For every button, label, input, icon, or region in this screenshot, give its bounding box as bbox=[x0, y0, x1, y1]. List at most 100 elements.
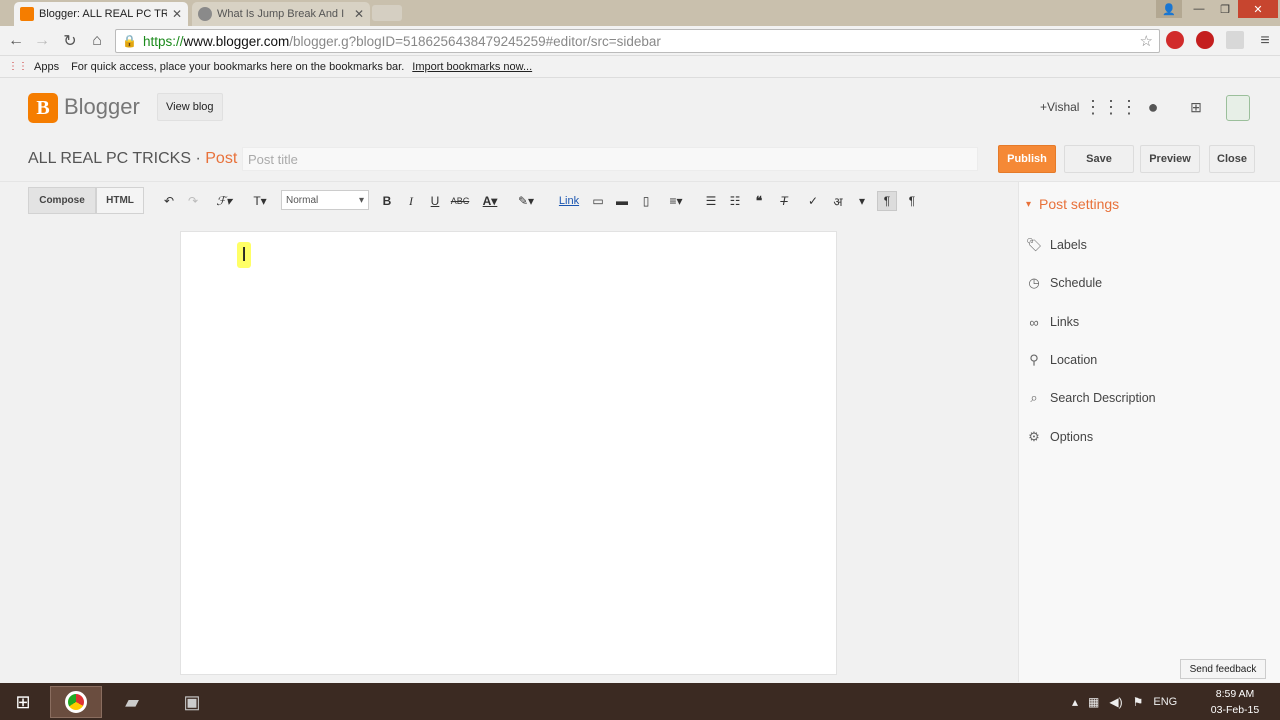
sidebar-item-schedule[interactable]: ◷ Schedule bbox=[1026, 273, 1102, 293]
back-icon[interactable]: ← bbox=[5, 30, 27, 52]
redo-icon[interactable]: ↷ bbox=[183, 191, 203, 211]
extension-icon[interactable] bbox=[1226, 31, 1244, 49]
underline-icon[interactable]: U bbox=[425, 191, 445, 211]
system-tray: ▴ ▦ ◀) ⚑ ENG bbox=[1072, 686, 1177, 718]
align-icon[interactable]: ≡▾ bbox=[666, 191, 686, 211]
send-feedback-button[interactable]: Send feedback bbox=[1180, 659, 1266, 679]
paragraph-format-select[interactable]: Normal ▾ bbox=[281, 190, 369, 210]
gear-icon: ⚙ bbox=[1028, 429, 1040, 444]
minimize-icon[interactable]: — bbox=[1186, 0, 1212, 18]
input-tools-icon[interactable]: अ bbox=[828, 191, 848, 211]
sidebar-item-links[interactable]: ∞ Links bbox=[1026, 312, 1079, 332]
reload-icon[interactable]: ↻ bbox=[59, 30, 81, 52]
insert-video-icon[interactable]: ▬ bbox=[612, 191, 632, 211]
save-button[interactable]: Save bbox=[1064, 145, 1134, 173]
chrome-menu-icon[interactable]: ≡ bbox=[1254, 30, 1276, 52]
avatar[interactable] bbox=[1226, 95, 1250, 121]
compose-mode-tab[interactable]: Compose bbox=[28, 187, 96, 214]
link-icon: ∞ bbox=[1029, 314, 1039, 330]
close-tab-icon[interactable]: ✕ bbox=[172, 7, 182, 21]
page-favicon-icon bbox=[198, 7, 212, 21]
sidebar-item-location[interactable]: ⚲ Location bbox=[1026, 350, 1097, 370]
apps-grid-icon[interactable]: ⋮⋮⋮ bbox=[1084, 96, 1138, 118]
numbered-list-icon[interactable]: ☰ bbox=[701, 191, 721, 211]
close-window-icon[interactable]: ✕ bbox=[1238, 0, 1278, 18]
network-icon[interactable]: ▦ bbox=[1088, 695, 1099, 709]
undo-icon[interactable]: ↶ bbox=[159, 191, 179, 211]
close-tab-icon[interactable]: ✕ bbox=[354, 7, 364, 21]
lock-icon: 🔒 bbox=[122, 34, 137, 48]
apps-grid-icon: ⋮⋮ bbox=[8, 61, 28, 72]
chevron-down-icon: ▾ bbox=[358, 194, 364, 206]
app-taskbar-icon[interactable]: ▣ bbox=[166, 686, 218, 718]
text-color-icon[interactable]: A▾ bbox=[480, 191, 500, 211]
spellcheck-icon[interactable]: ✓ bbox=[803, 191, 823, 211]
bookmark-star-icon[interactable]: ☆ bbox=[1140, 32, 1153, 50]
blogger-logo-icon[interactable]: B bbox=[28, 93, 58, 123]
adblock-extension-icon[interactable] bbox=[1196, 31, 1214, 49]
clock-date: 03-Feb-15 bbox=[1210, 704, 1260, 716]
quote-icon[interactable]: ❝ bbox=[749, 191, 769, 211]
ltr-direction-icon[interactable]: ¶ bbox=[877, 191, 897, 211]
font-family-icon[interactable]: ℱ▾ bbox=[214, 191, 234, 211]
view-blog-button[interactable]: View blog bbox=[157, 93, 223, 121]
search-icon: ⌕ bbox=[1030, 390, 1038, 405]
clock-time: 8:59 AM bbox=[1215, 688, 1255, 700]
link-button[interactable]: Link bbox=[556, 191, 582, 211]
notepad-taskbar-icon[interactable]: ▰ bbox=[106, 686, 158, 718]
profile-icon[interactable]: 👤 bbox=[1156, 0, 1182, 18]
highlight-color-icon[interactable]: ✎▾ bbox=[516, 191, 536, 211]
opera-extension-icon[interactable] bbox=[1166, 31, 1184, 49]
insert-image-icon[interactable]: ▭ bbox=[588, 191, 608, 211]
insert-jump-break-icon[interactable]: ▯ bbox=[636, 191, 656, 211]
caret-down-icon: ▾ bbox=[1026, 198, 1032, 210]
italic-icon[interactable]: I bbox=[401, 191, 421, 211]
show-hidden-icons-icon[interactable]: ▴ bbox=[1072, 695, 1078, 709]
tag-icon: 🏷 bbox=[1025, 237, 1043, 252]
post-title-input[interactable]: Post title bbox=[242, 147, 978, 171]
strikethrough-icon[interactable]: ABC bbox=[450, 191, 470, 211]
text-cursor-icon: I bbox=[237, 242, 251, 268]
home-icon[interactable]: ⌂ bbox=[86, 30, 108, 52]
apps-link[interactable]: Apps bbox=[34, 61, 59, 73]
share-icon[interactable]: ⊞ bbox=[1185, 96, 1207, 118]
preview-button[interactable]: Preview bbox=[1140, 145, 1200, 173]
user-profile-link[interactable]: +Vishal bbox=[1040, 100, 1079, 114]
publish-button[interactable]: Publish bbox=[998, 145, 1056, 173]
rtl-direction-icon[interactable]: ¶ bbox=[902, 191, 922, 211]
import-bookmarks-link[interactable]: Import bookmarks now... bbox=[412, 61, 532, 73]
input-tools-dropdown-icon[interactable]: ▾ bbox=[852, 191, 872, 211]
bookmarks-bar: ⋮⋮ Apps For quick access, place your boo… bbox=[0, 56, 1280, 78]
forward-icon[interactable]: → bbox=[31, 30, 53, 52]
notifications-icon[interactable]: ● bbox=[1142, 96, 1164, 118]
volume-icon[interactable]: ◀) bbox=[1109, 695, 1122, 709]
clock-icon: ◷ bbox=[1028, 275, 1040, 290]
chrome-logo-icon bbox=[65, 691, 87, 713]
url-bar[interactable]: 🔒 https://www.blogger.com/blogger.g?blog… bbox=[115, 29, 1160, 53]
chrome-taskbar-icon[interactable] bbox=[50, 686, 102, 718]
tab-blogger[interactable]: Blogger: ALL REAL PC TR ✕ bbox=[14, 2, 188, 26]
remove-formatting-icon[interactable]: T bbox=[774, 191, 794, 211]
maximize-icon[interactable]: ❐ bbox=[1212, 0, 1238, 18]
background-window-glimpse bbox=[440, 684, 960, 720]
bulleted-list-icon[interactable]: ☷ bbox=[725, 191, 745, 211]
blogger-brand[interactable]: Blogger bbox=[64, 94, 140, 120]
sidebar-item-labels[interactable]: 🏷 Labels bbox=[1026, 235, 1087, 255]
font-size-icon[interactable]: T▾ bbox=[250, 191, 270, 211]
windows-start-icon[interactable]: ⊞ bbox=[0, 686, 46, 718]
tab-jump-break[interactable]: What Is Jump Break And I ✕ bbox=[192, 2, 370, 26]
post-body-editor[interactable] bbox=[180, 231, 837, 675]
sidebar-item-search-description[interactable]: ⌕ Search Description bbox=[1026, 388, 1155, 408]
bold-icon[interactable]: B bbox=[377, 191, 397, 211]
flag-icon[interactable]: ⚑ bbox=[1133, 695, 1144, 709]
html-mode-tab[interactable]: HTML bbox=[96, 187, 144, 214]
sidebar-item-options[interactable]: ⚙ Options bbox=[1026, 427, 1093, 447]
taskbar-clock[interactable]: 8:59 AM 03-Feb-15 bbox=[1200, 686, 1270, 718]
blogger-favicon-icon bbox=[20, 7, 34, 21]
language-indicator[interactable]: ENG bbox=[1153, 696, 1177, 708]
bookmarks-hint: For quick access, place your bookmarks h… bbox=[71, 60, 405, 73]
close-button[interactable]: Close bbox=[1209, 145, 1255, 173]
new-tab-button[interactable] bbox=[372, 5, 402, 21]
post-settings-header[interactable]: ▾ Post settings bbox=[1026, 196, 1119, 212]
blog-name: ALL REAL PC TRICKS · Post bbox=[28, 150, 238, 167]
